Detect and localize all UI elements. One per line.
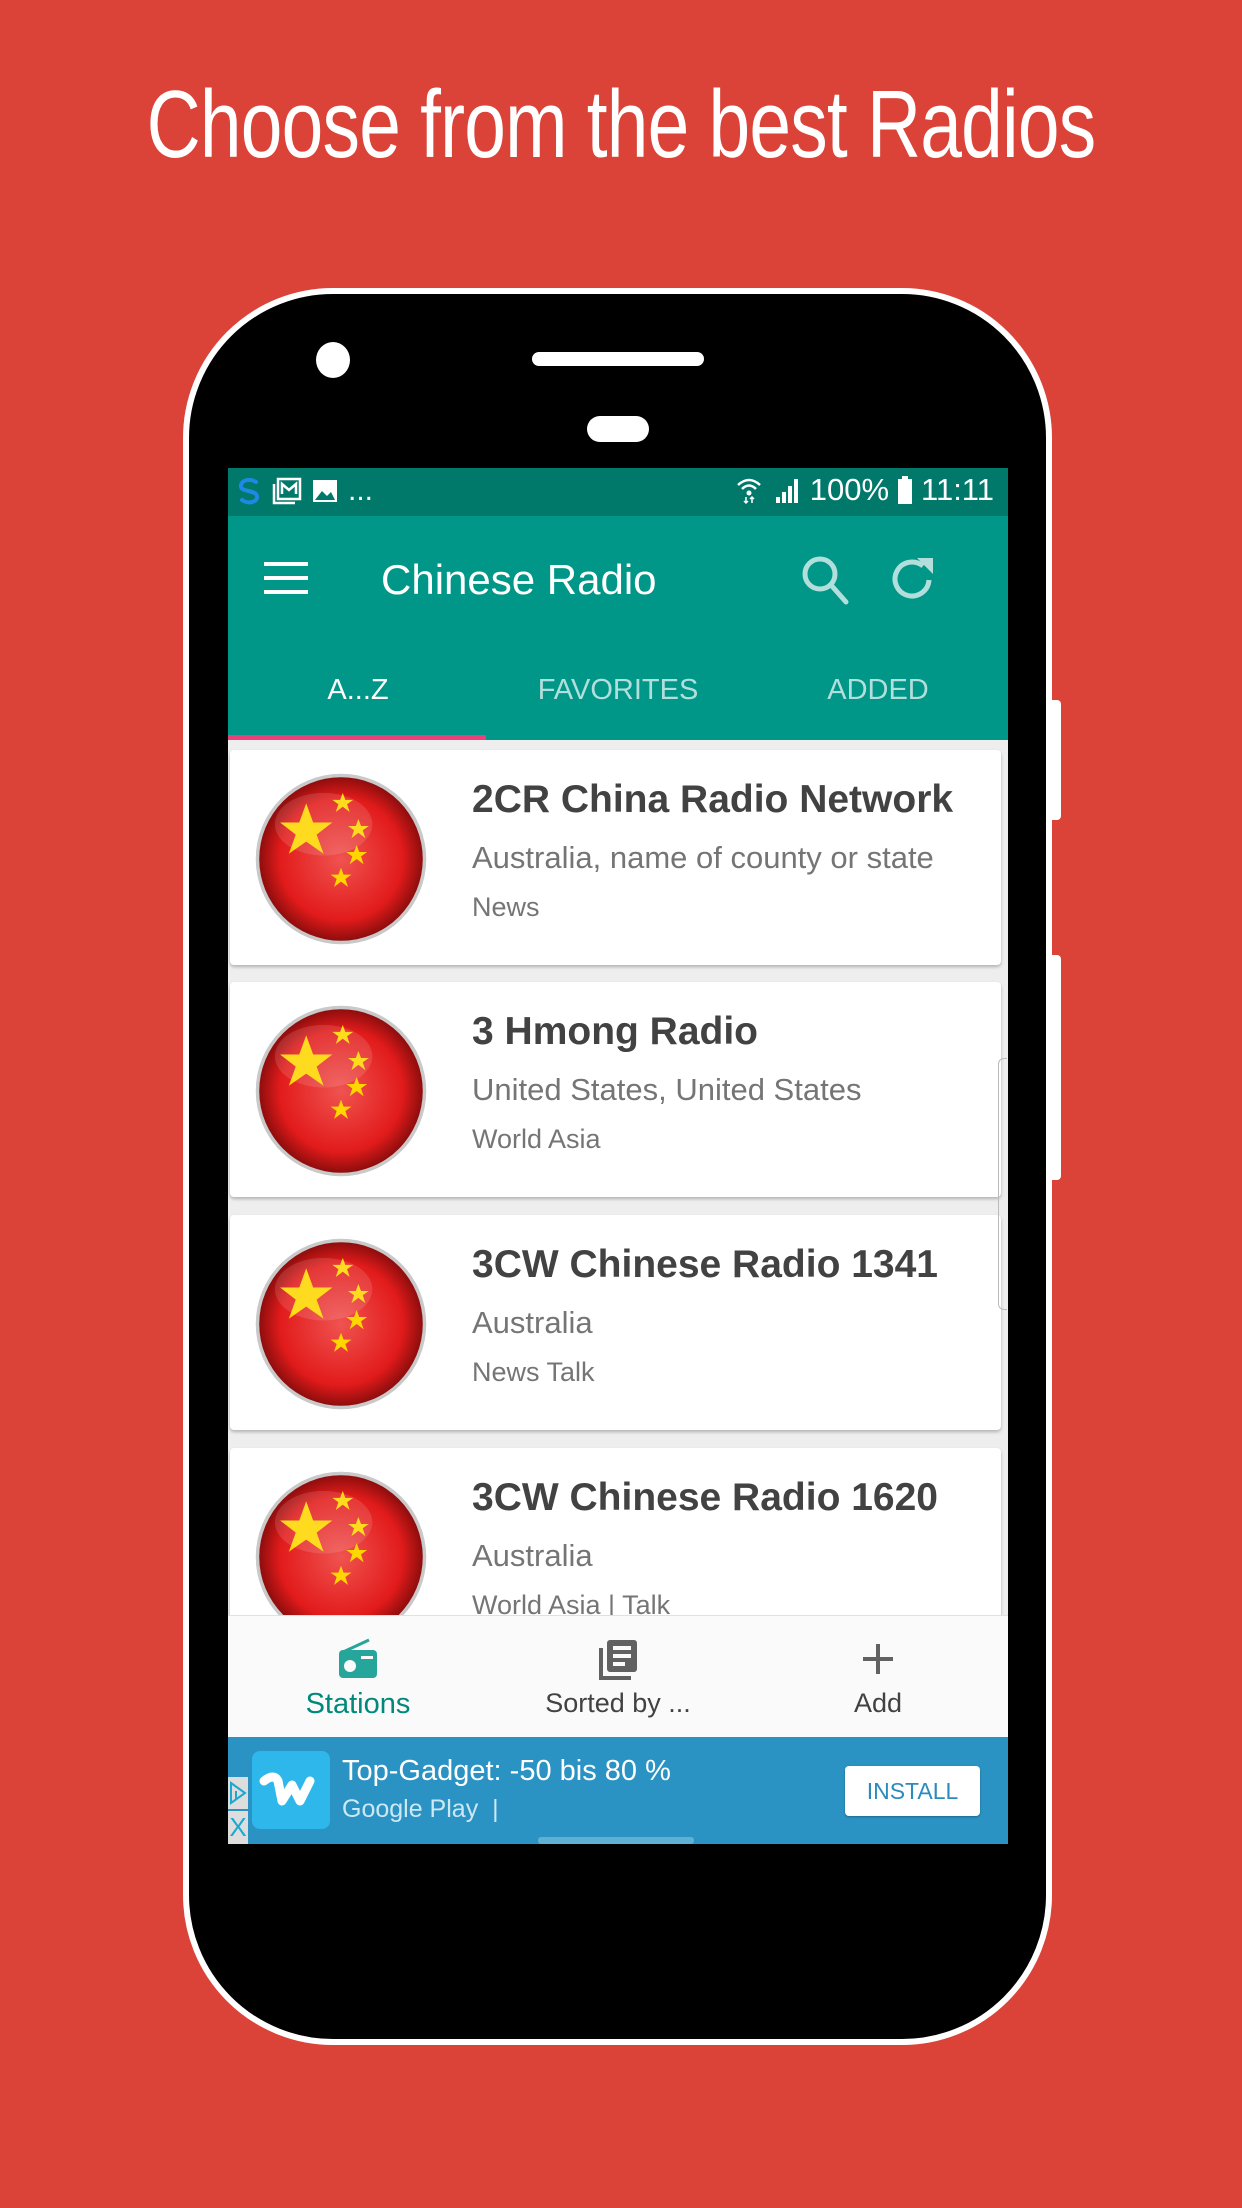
station-name: 3 Hmong Radio bbox=[472, 1010, 759, 1053]
radio-icon bbox=[339, 1638, 377, 1678]
ad-close-icon[interactable]: X bbox=[228, 1811, 248, 1844]
earpiece-speaker bbox=[532, 352, 704, 366]
nav-add-label: Add bbox=[853, 1688, 903, 1718]
station-location: Australia bbox=[472, 1538, 593, 1573]
promo-headline: Choose from the best Radios bbox=[146, 71, 1097, 178]
station-location: Australia bbox=[472, 1305, 593, 1340]
china-flag-icon bbox=[255, 1238, 427, 1410]
signal-icon bbox=[775, 479, 798, 503]
status-bar: ... 100% 11:11 bbox=[228, 468, 1008, 516]
station-location: Australia, name of county or state bbox=[472, 840, 934, 875]
nav-sorted-by-label: Sorted by ... bbox=[545, 1688, 691, 1718]
station-list-item[interactable]: 3CW Chinese Radio 1341 Australia News Ta… bbox=[230, 1215, 1001, 1430]
front-camera bbox=[316, 342, 350, 378]
library-icon bbox=[599, 1640, 637, 1680]
station-genre: World Asia | Talk bbox=[472, 1590, 671, 1615]
china-flag-icon bbox=[255, 1005, 427, 1177]
station-genre: News Talk bbox=[472, 1357, 595, 1387]
plus-icon bbox=[863, 1644, 893, 1674]
scrollbar-thumb[interactable] bbox=[998, 1058, 1007, 1310]
phone-volume-button bbox=[1052, 700, 1061, 820]
tab-bar: A...Z FAVORITES ADDED bbox=[228, 644, 1008, 740]
ad-install-button[interactable]: INSTALL bbox=[845, 1766, 980, 1816]
search-icon[interactable] bbox=[796, 550, 856, 610]
nav-add[interactable]: Add bbox=[748, 1616, 1008, 1738]
station-name: 3CW Chinese Radio 1620 bbox=[472, 1476, 938, 1519]
station-genre: World Asia bbox=[472, 1124, 601, 1154]
china-flag-icon bbox=[255, 1471, 427, 1615]
station-name: 3CW Chinese Radio 1341 bbox=[472, 1243, 938, 1286]
app-screen: ... 100% 11:11 Chinese Radio A...Z FAVOR… bbox=[228, 468, 1008, 1844]
ad-drag-handle bbox=[538, 1837, 694, 1844]
refresh-icon[interactable] bbox=[883, 550, 943, 610]
ad-app-logo bbox=[252, 1751, 330, 1829]
battery-percent: 100% bbox=[809, 472, 890, 507]
ad-separator: | bbox=[492, 1795, 499, 1823]
battery-icon bbox=[898, 476, 913, 504]
station-location: United States, United States bbox=[472, 1072, 862, 1107]
app-title: Chinese Radio bbox=[381, 556, 657, 603]
nav-stations[interactable]: Stations bbox=[228, 1616, 488, 1738]
tab-favorites[interactable]: FAVORITES bbox=[488, 644, 748, 740]
bottom-navigation: Stations Sorted by ... Add bbox=[228, 1615, 1008, 1738]
proximity-sensor bbox=[587, 416, 649, 442]
ad-banner[interactable]: Top-Gadget: -50 bis 80 % Google Play | I… bbox=[228, 1737, 1008, 1844]
app-toolbar: Chinese Radio bbox=[228, 516, 1008, 644]
wish-logo-icon bbox=[259, 1772, 315, 1806]
mail-icon bbox=[272, 477, 302, 505]
clock: 11:11 bbox=[921, 472, 994, 507]
station-list-item[interactable]: 3 Hmong Radio United States, United Stat… bbox=[230, 982, 1001, 1197]
station-list[interactable]: 2CR China Radio Network Australia, name … bbox=[228, 740, 1008, 1615]
phone-power-button bbox=[1052, 955, 1061, 1180]
ad-subtitle: Google Play | bbox=[342, 1795, 499, 1824]
ad-title: Top-Gadget: -50 bis 80 % bbox=[342, 1755, 671, 1787]
wifi-icon bbox=[736, 478, 761, 505]
gallery-icon bbox=[313, 480, 337, 502]
station-name: 2CR China Radio Network bbox=[472, 778, 954, 821]
notification-overflow: ... bbox=[348, 474, 374, 507]
tab-a-z[interactable]: A...Z bbox=[228, 644, 488, 740]
station-list-item[interactable]: 3CW Chinese Radio 1620 Australia World A… bbox=[230, 1448, 1001, 1615]
tab-added[interactable]: ADDED bbox=[748, 644, 1008, 740]
sync-icon bbox=[238, 477, 259, 505]
nav-stations-label: Stations bbox=[305, 1688, 411, 1720]
hamburger-menu-icon[interactable] bbox=[264, 562, 308, 596]
adchoices-icon[interactable] bbox=[228, 1777, 248, 1809]
china-flag-icon bbox=[255, 773, 427, 945]
nav-sorted-by[interactable]: Sorted by ... bbox=[488, 1616, 748, 1738]
ad-store-name: Google Play bbox=[342, 1795, 479, 1823]
station-list-item[interactable]: 2CR China Radio Network Australia, name … bbox=[230, 750, 1001, 965]
station-genre: News bbox=[472, 892, 540, 922]
